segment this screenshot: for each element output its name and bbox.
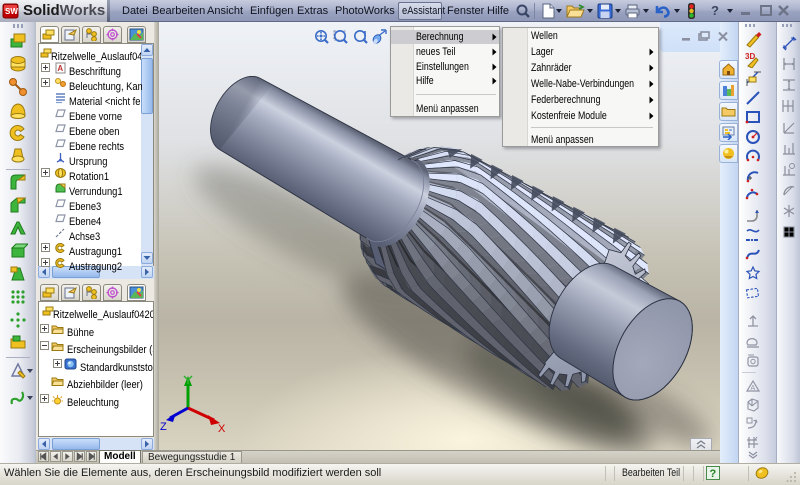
svg-text:X: X xyxy=(218,423,226,432)
svg-text:Z: Z xyxy=(160,421,167,432)
svg-text:SW: SW xyxy=(5,7,18,16)
svg-text:?: ? xyxy=(710,468,717,480)
svg-text:A: A xyxy=(57,64,63,73)
svg-text:A: A xyxy=(751,385,756,392)
